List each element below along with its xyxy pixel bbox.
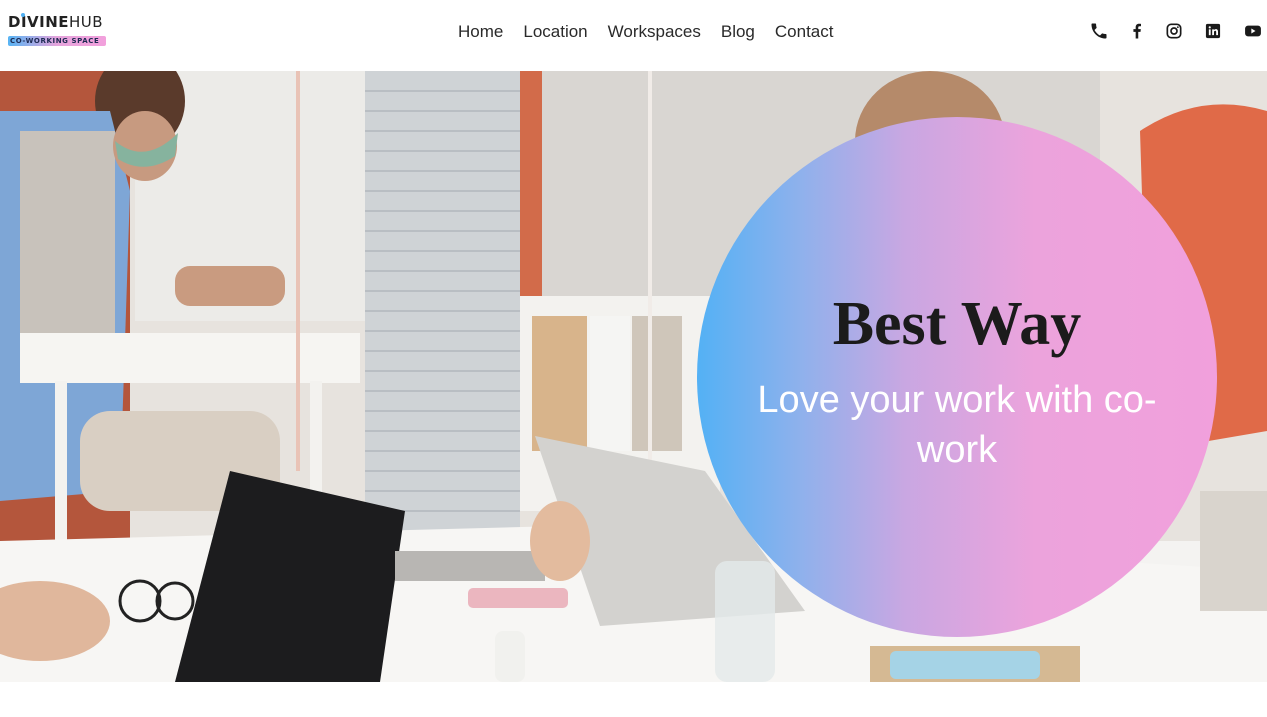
hero-section: Best Way Love your work with co-work (0, 71, 1267, 682)
linkedin-icon[interactable] (1203, 21, 1223, 41)
youtube-icon[interactable] (1243, 21, 1263, 41)
phone-icon[interactable] (1089, 21, 1109, 41)
hero-gradient-circle: Best Way Love your work with co-work (697, 117, 1217, 637)
social-links (0, 21, 1267, 43)
hero-subtitle: Love your work with co-work (757, 379, 1157, 471)
brand-dot-icon (21, 13, 25, 17)
hero-title: Best Way (832, 290, 1082, 358)
facebook-icon[interactable] (1127, 21, 1147, 41)
site-header: DIVINEHUB CO-WORKING SPACE Home Location… (0, 0, 1267, 71)
instagram-icon[interactable] (1164, 21, 1184, 41)
